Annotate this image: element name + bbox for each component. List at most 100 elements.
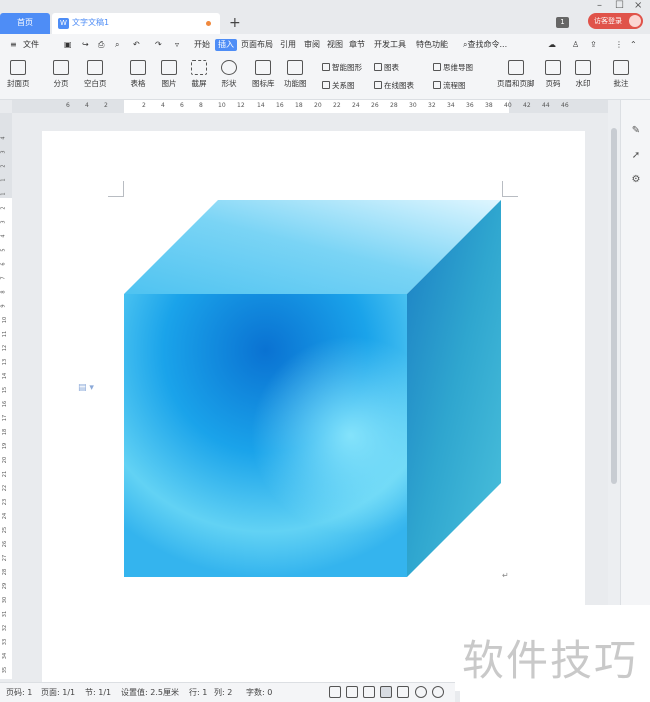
ruler-tick-label: 6 [66,102,70,109]
page-number-button[interactable]: 页码 [545,60,561,89]
relation-chart-label: 关系图 [332,81,355,90]
menu-chapter[interactable]: 章节 [349,39,365,51]
preview-icon[interactable]: ⌕ [115,39,119,51]
tab-home[interactable]: 首页 [0,13,50,34]
hamburger-icon[interactable]: ≡ [10,39,17,51]
more-icon[interactable]: ▿ [175,39,179,51]
pointer-icon[interactable]: ➚ [630,150,642,162]
comment-button[interactable]: 批注 [613,60,629,89]
page-view-icon[interactable] [380,686,392,698]
online-chart-icon [374,81,382,89]
vruler-tick-label: 4 [0,136,7,140]
save-icon[interactable]: ▣ [64,39,72,51]
web-view-icon[interactable] [415,686,427,698]
status-row[interactable]: 行: 1 [189,687,207,698]
menu-insert[interactable]: 插入 [215,39,237,51]
picture-button[interactable]: 图片 [161,60,177,89]
window-count-badge[interactable]: 1 [556,17,569,28]
vruler-tick-label: 16 [2,400,9,408]
menu-review[interactable]: 审阅 [304,39,320,51]
share-icon[interactable]: ⇪ [590,39,597,51]
pen-icon[interactable]: ✎ [630,125,642,137]
menu-features[interactable]: 特色功能 [416,39,448,51]
status-word-count[interactable]: 字数: 0 [246,687,272,698]
menu-view[interactable]: 视图 [327,39,343,51]
ruler-tick-label: 14 [257,102,265,109]
page-break-button[interactable]: 分页 [53,60,69,89]
shape-icon [221,60,237,75]
vertical-ruler[interactable]: 4 3 2 1 1 2 3 4 5 6 7 8 9 10 11 12 13 14 15 16 17 18 19 20 21 22 2… [0,113,12,679]
collapse-ribbon-icon[interactable]: ⌃ [630,39,637,51]
ruler-tick-label: 34 [447,102,455,109]
status-pages[interactable]: 页面: 1/1 [41,687,75,698]
menu-start[interactable]: 开始 [194,39,210,51]
undo-icon[interactable]: ↶ [133,39,140,51]
outline-view-icon[interactable] [397,686,409,698]
menu-developer[interactable]: 开发工具 [374,39,406,51]
smart-shape-button[interactable]: 智能图形 [322,62,362,73]
tab-document[interactable]: W 文字文稿1 [52,13,220,34]
ruler-tick-label: 36 [466,102,474,109]
chart-button[interactable]: 图表 [374,62,399,73]
shape-button[interactable]: 形状 [221,60,237,89]
blank-page-button[interactable]: 空白页 [84,60,107,89]
vruler-tick-label: 30 [2,596,9,604]
menu-reference[interactable]: 引用 [280,39,296,51]
relation-chart-button[interactable]: 关系图 [322,80,355,91]
mind-map-button[interactable]: 思维导图 [433,62,473,73]
function-chart-button[interactable]: 功能图 [284,60,307,89]
cloud-icon[interactable]: ☁ [548,39,556,51]
cube-image[interactable] [123,199,503,579]
flowchart-button[interactable]: 流程图 [433,80,466,91]
icon-library-button[interactable]: 图标库 [252,60,275,89]
redo-icon[interactable]: ↷ [155,39,162,51]
chart-icon [374,63,382,71]
page-break-label: 分页 [53,79,69,88]
menu-file[interactable]: 文件 [23,39,39,51]
menu-bar: ≡ 文件 ▣ ↪ ⎙ ⌕ ↶ ↷ ▿ 开始 插入 页面布局 引用 审阅 视图 章… [0,34,650,56]
login-button[interactable]: 访客登录 [588,13,643,29]
vruler-tick-label: 28 [2,568,9,576]
more-options-icon[interactable]: ⋮ [615,39,623,51]
status-section[interactable]: 节: 1/1 [85,687,111,698]
status-column[interactable]: 列: 2 [214,687,232,698]
picture-icon [161,60,177,75]
search-command[interactable]: ⌕查找命令... [463,39,507,51]
ruler-tick-label: 2 [104,102,108,109]
vruler-text-area [0,198,12,679]
scrollbar-thumb[interactable] [611,128,617,484]
eye-protect-icon[interactable] [432,686,444,698]
status-setting[interactable]: 设置值: 2.5厘米 [121,687,179,698]
print-icon[interactable]: ⎙ [98,39,104,51]
share-user-icon[interactable]: ♙ [572,39,579,51]
vruler-tick-label: 2 [0,164,7,168]
ruler-tick-label: 6 [180,102,184,109]
table-button[interactable]: 表格 [130,60,146,89]
vruler-tick-label: 3 [0,150,7,154]
paragraph-handle-icon[interactable]: ▤ ▾ [78,383,94,393]
close-button[interactable]: × [634,0,642,12]
screenshot-button[interactable]: 截屏 [191,60,207,89]
horizontal-ruler[interactable]: 6 4 2 2 4 6 8 10 12 14 16 18 20 22 24 26 28 30 32 34 36 38 40 4… [12,100,608,113]
new-tab-button[interactable]: + [229,13,241,33]
settings-sliders-icon[interactable]: ⚙ [630,174,642,186]
ribbon-toolbar: 封面页 分页 空白页 表格 图片 截屏 形状 图标库 功能图 智能图形 图表 思… [0,56,650,100]
function-chart-icon [287,60,304,75]
maximize-button[interactable]: ☐ [615,0,624,12]
reading-view-icon[interactable] [346,686,358,698]
edit-mode-icon[interactable] [363,686,375,698]
vruler-tick-label: 21 [2,470,9,478]
watermark-button[interactable]: 水印 [575,60,591,89]
menu-layout[interactable]: 页面布局 [241,39,273,51]
header-footer-button[interactable]: 页眉和页脚 [497,60,535,89]
cover-page-button[interactable]: 封面页 [7,60,30,89]
vruler-tick-label: 15 [2,386,9,394]
export-icon[interactable]: ↪ [82,39,89,51]
smart-shape-icon [322,63,330,71]
online-chart-button[interactable]: 在线图表 [374,80,414,91]
ruler-tick-label: 38 [485,102,493,109]
fullscreen-icon[interactable] [329,686,341,698]
vertical-scrollbar[interactable] [608,100,620,679]
status-page-number[interactable]: 页码: 1 [6,687,32,698]
minimize-button[interactable]: – [597,0,602,12]
